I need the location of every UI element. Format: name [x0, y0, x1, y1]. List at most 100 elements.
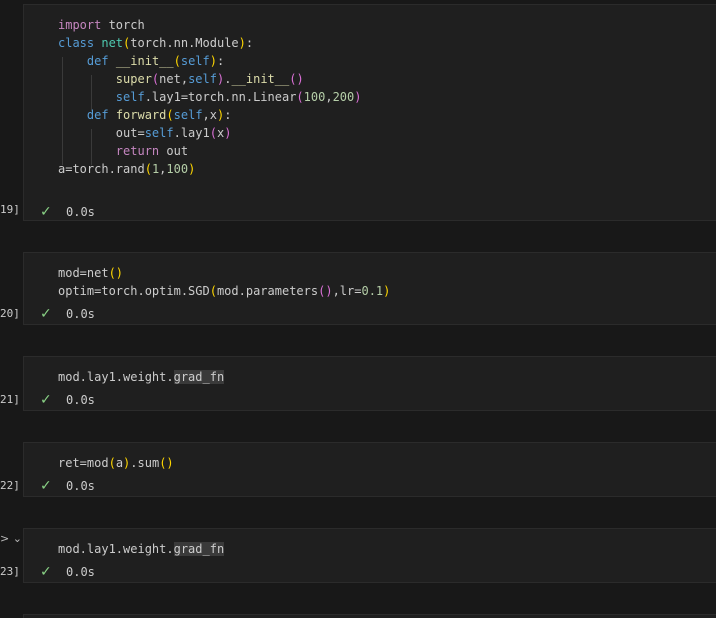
code-token: .sum — [130, 456, 160, 470]
code-token: ( — [108, 456, 116, 470]
check-icon: ✓ — [40, 204, 52, 220]
code-token: 100 — [303, 90, 326, 104]
code-token: .lay1=torch.nn.Linear — [144, 90, 297, 104]
code-token: ) — [224, 126, 232, 140]
cell-status: ✓ 0.0s — [40, 477, 95, 495]
code-token: ,lr= — [332, 284, 362, 298]
code-line[interactable]: mod.lay1.weight.grad_fn — [58, 540, 225, 558]
code-token: ( — [166, 108, 174, 122]
code-token: mod.parameters — [216, 284, 319, 298]
code-token: out= — [58, 126, 145, 140]
cell-status: ✓ 0.0s — [40, 391, 95, 409]
code-line[interactable]: optim=torch.optim.SGD(mod.parameters(),l… — [58, 282, 390, 300]
code-line[interactable]: import torch — [58, 16, 362, 34]
code-token: mod.lay1.weight. — [58, 542, 174, 556]
code-token: ( — [173, 54, 181, 68]
execution-count: 22] — [0, 479, 20, 492]
code-token: torch.nn.Module — [130, 36, 239, 50]
code-token: : — [245, 36, 254, 50]
code-editor[interactable]: ret=mod(a).sum() — [58, 454, 174, 472]
code-line[interactable]: return out — [58, 142, 362, 160]
cell-status: ✓ 0.0s — [40, 203, 95, 221]
code-token: ,x — [202, 108, 217, 122]
code-token: grad_fn — [173, 542, 225, 556]
code-token: def — [86, 108, 109, 122]
code-token: self — [188, 72, 217, 86]
code-line[interactable]: def __init__(self): — [58, 52, 362, 70]
code-cell-4[interactable]: ret=mod(a).sum() ✓ 0.0s — [23, 442, 716, 497]
code-editor[interactable]: mod=net() optim=torch.optim.SGD(mod.param… — [58, 264, 390, 300]
check-icon: ✓ — [40, 306, 52, 322]
code-token: ret=mod — [58, 456, 109, 470]
execution-count: 20] — [0, 307, 20, 320]
code-token: ( — [296, 90, 304, 104]
code-token: 0.1 — [361, 284, 384, 298]
code-editor[interactable]: mod.lay1.weight.grad_fn — [58, 368, 225, 386]
code-token: optim=torch.optim.SGD — [58, 284, 210, 298]
code-line[interactable]: class net(torch.nn.Module): — [58, 34, 362, 52]
code-token: 200 — [332, 90, 355, 104]
code-line[interactable]: out=self.lay1(x) — [58, 124, 362, 142]
code-cell-1[interactable]: import torch class net(torch.nn.Module): … — [23, 4, 716, 221]
code-token: a=torch.rand — [58, 162, 145, 176]
code-line[interactable]: def forward(self,x): — [58, 106, 362, 124]
notebook-view: import torch class net(torch.nn.Module): … — [0, 0, 716, 618]
code-token: self — [115, 90, 145, 104]
code-token: : — [224, 108, 232, 122]
code-cell-2[interactable]: mod=net() optim=torch.optim.SGD(mod.param… — [23, 252, 716, 325]
code-line[interactable]: self.lay1=torch.nn.Linear(100,200) — [58, 88, 362, 106]
execution-count: 21] — [0, 393, 20, 406]
code-line[interactable]: mod=net() — [58, 264, 390, 282]
code-token: __init__ — [115, 54, 174, 68]
code-token: self — [144, 126, 174, 140]
code-token: import — [58, 18, 102, 32]
code-token: mod.lay1.weight. — [58, 370, 174, 384]
code-token: () — [289, 72, 304, 86]
execution-time: 0.0s — [66, 307, 95, 321]
cell-status: ✓ 0.0s — [40, 563, 95, 581]
code-token: ) — [383, 284, 391, 298]
code-token: return — [115, 144, 160, 158]
code-token: torch — [101, 18, 145, 32]
code-token: () — [318, 284, 333, 298]
code-token: () — [108, 266, 124, 280]
code-line[interactable]: mod.lay1.weight.grad_fn — [58, 368, 225, 386]
execution-count: 19] — [0, 203, 20, 216]
check-icon: ✓ — [40, 478, 52, 494]
code-token: mod=net — [58, 266, 109, 280]
code-line[interactable]: super(net,self).__init__() — [58, 70, 362, 88]
code-cell-6[interactable] — [23, 614, 716, 618]
code-token: ) — [188, 162, 196, 176]
code-token: self — [180, 54, 210, 68]
code-token: net — [101, 36, 124, 50]
code-token: ) — [209, 54, 217, 68]
code-editor[interactable]: mod.lay1.weight.grad_fn — [58, 540, 225, 558]
cell-status: ✓ 0.0s — [40, 305, 95, 323]
code-token: class — [58, 36, 95, 50]
execution-count: 23] — [0, 565, 20, 578]
code-line[interactable]: a=torch.rand(1,100) — [58, 160, 362, 178]
code-token: forward — [115, 108, 167, 122]
code-cell-5[interactable]: mod.lay1.weight.grad_fn ✓ 0.0s — [23, 528, 716, 583]
cell-run-chevron-icon[interactable]: > ⌄ — [0, 532, 22, 546]
code-token: a — [115, 456, 124, 470]
code-token: __init__ — [231, 72, 290, 86]
code-token: out — [159, 144, 189, 158]
code-token: () — [159, 456, 174, 470]
code-cell-3[interactable]: mod.lay1.weight.grad_fn ✓ 0.0s — [23, 356, 716, 411]
code-token: ) — [238, 36, 246, 50]
execution-time: 0.0s — [66, 393, 95, 407]
code-token: : — [217, 54, 225, 68]
code-editor[interactable]: import torch class net(torch.nn.Module): … — [58, 16, 362, 178]
code-token: ( — [144, 162, 152, 176]
code-token: ( — [209, 284, 217, 298]
code-token: .lay1 — [173, 126, 210, 140]
code-token: super — [115, 72, 152, 86]
code-line[interactable]: ret=mod(a).sum() — [58, 454, 174, 472]
check-icon: ✓ — [40, 392, 52, 408]
